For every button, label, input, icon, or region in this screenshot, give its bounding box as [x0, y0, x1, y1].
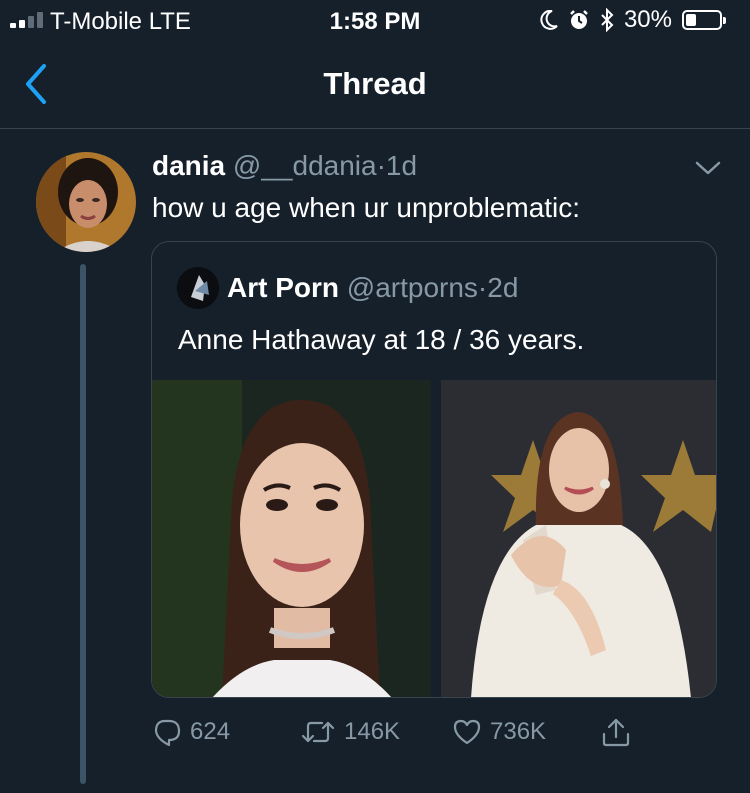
tweet-text: how u age when ur unproblematic: — [152, 192, 581, 223]
share-icon — [602, 718, 630, 747]
separator-dot: · — [376, 150, 386, 181]
like-count: 736K — [490, 718, 547, 745]
quoted-tweet-text: Anne Hathaway at 18 / 36 years. — [178, 324, 585, 355]
quoted-author-name[interactable]: Art Porn — [227, 272, 339, 303]
battery-percent: 30% — [623, 6, 672, 33]
reply-count: 624 — [190, 718, 231, 745]
share-button[interactable] — [600, 714, 632, 750]
photo-young[interactable] — [152, 380, 431, 697]
like-button[interactable]: 736K — [452, 714, 546, 750]
reply-button[interactable]: 624 — [152, 714, 230, 750]
quoted-tweet-header: Art Porn @artporns·2d — [227, 272, 518, 304]
retweet-count: 146K — [344, 718, 401, 745]
status-bar: T-Mobile LTE 1:58 PM 30% — [0, 0, 750, 40]
tweet-header: dania @__ddania·1d — [152, 150, 417, 182]
do-not-disturb-moon-icon — [540, 10, 558, 30]
page-title: Thread — [323, 66, 427, 101]
battery-icon — [682, 10, 726, 30]
tweet-options-button[interactable] — [692, 156, 724, 180]
photo-current[interactable] — [441, 380, 716, 697]
quoted-author-avatar[interactable] — [177, 267, 219, 309]
thread-connector-line — [80, 264, 86, 784]
alarm-clock-icon — [570, 10, 588, 29]
quoted-author-handle[interactable]: @artporns — [347, 272, 478, 303]
bluetooth-icon — [601, 8, 614, 32]
author-handle[interactable]: @__ddania — [233, 150, 377, 181]
quoted-tweet-card[interactable]: Art Porn @artporns·2d Anne Hathaway at 1… — [151, 241, 717, 698]
heart-icon — [453, 719, 481, 745]
retweet-button[interactable]: 146K — [300, 714, 400, 750]
thread-screen: T-Mobile LTE 1:58 PM 30% Thread dania @_… — [0, 0, 750, 793]
chevron-down-icon — [695, 161, 721, 175]
status-icons: 30% — [540, 6, 726, 33]
nav-bar: Thread — [0, 40, 750, 129]
author-name[interactable]: dania — [152, 150, 225, 181]
author-avatar[interactable] — [36, 152, 136, 252]
separator-dot: · — [477, 272, 488, 303]
quoted-tweet-timestamp: 2d — [487, 272, 519, 303]
reply-bubble-icon — [154, 719, 181, 747]
retweet-icon — [301, 721, 335, 743]
tweet-timestamp: 1d — [385, 150, 418, 181]
